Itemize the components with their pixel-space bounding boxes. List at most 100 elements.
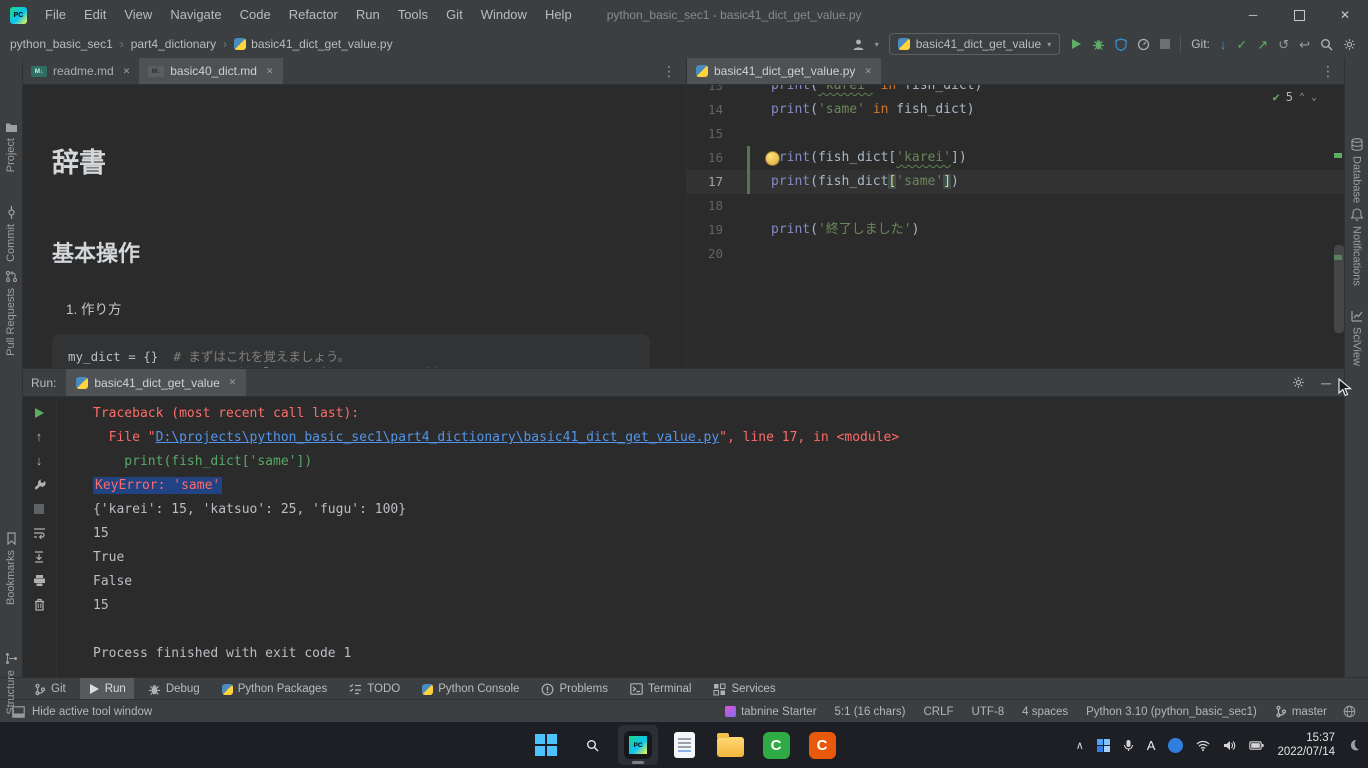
run-configuration-select[interactable]: basic41_dict_get_value ▾: [889, 33, 1060, 55]
tab-basic40-dict-md[interactable]: M↓basic40_dict.md✕: [139, 58, 282, 84]
git-push-button[interactable]: ↗: [1257, 38, 1268, 51]
menu-item-file[interactable]: File: [36, 0, 75, 30]
maximize-button[interactable]: [1276, 0, 1322, 30]
hide-tool-window-widget[interactable]: Hide active tool window: [12, 706, 152, 718]
close-tab-icon[interactable]: ✕: [266, 66, 274, 77]
menu-item-help[interactable]: Help: [536, 0, 581, 30]
minimize-button[interactable]: ─: [1230, 0, 1276, 30]
start-button[interactable]: [526, 725, 566, 765]
console-soft-wrap-button[interactable]: [28, 525, 50, 540]
console-scroll-to-end-button[interactable]: [28, 549, 50, 564]
menu-item-tools[interactable]: Tools: [389, 0, 437, 30]
stripe-button-notifications[interactable]: Notifications: [1345, 208, 1368, 286]
status-utf-8[interactable]: UTF-8: [972, 706, 1005, 718]
status-crlf[interactable]: CRLF: [923, 706, 953, 718]
run-panel-settings-icon[interactable]: [1292, 376, 1305, 389]
console-clear-button[interactable]: [28, 597, 50, 612]
stripe-button-database[interactable]: Database: [1345, 138, 1368, 203]
rollback-button[interactable]: ↩: [1299, 38, 1310, 51]
git-update-button[interactable]: ↓: [1220, 38, 1227, 51]
debug-button[interactable]: [1092, 38, 1105, 51]
toolwindow-button-python-console[interactable]: Python Console: [414, 678, 527, 700]
menu-item-code[interactable]: Code: [231, 0, 280, 30]
stripe-button-project[interactable]: Project: [0, 122, 22, 172]
close-tab-icon[interactable]: ✕: [864, 66, 872, 77]
taskbar-clock[interactable]: 15:37 2022/07/14: [1277, 731, 1335, 759]
menu-item-view[interactable]: View: [115, 0, 161, 30]
console-print-button[interactable]: [28, 573, 50, 588]
hide-panel-button[interactable]: ─: [1321, 375, 1331, 391]
stripe-button-bookmarks[interactable]: Bookmarks: [0, 532, 22, 605]
search-button[interactable]: [572, 725, 612, 765]
code-line-13[interactable]: 13print('karei' in fish_dict): [687, 85, 1345, 98]
search-everywhere-button[interactable]: [1320, 38, 1333, 51]
more-options-icon[interactable]: ⋮: [1321, 63, 1345, 80]
stripe-button-commit[interactable]: Commit: [0, 206, 22, 262]
toolwindow-button-todo[interactable]: TODO: [341, 678, 408, 700]
code-line-16[interactable]: 16print(fish_dict['karei']): [687, 146, 1345, 170]
run-button[interactable]: [1070, 38, 1082, 50]
code-line-20[interactable]: 20: [687, 242, 1345, 266]
focus-assist-icon[interactable]: [1348, 739, 1360, 751]
stop-button[interactable]: [1160, 39, 1170, 49]
menu-item-refactor[interactable]: Refactor: [280, 0, 347, 30]
console-stop-button[interactable]: [28, 501, 50, 516]
toolwindow-button-git[interactable]: Git: [26, 678, 74, 700]
toolwindow-button-terminal[interactable]: Terminal: [622, 678, 699, 700]
code-line-15[interactable]: 15: [687, 122, 1345, 146]
menu-item-edit[interactable]: Edit: [75, 0, 115, 30]
editor-scrollbar[interactable]: [1334, 245, 1344, 333]
wifi-icon[interactable]: [1196, 740, 1210, 751]
close-tab-icon[interactable]: ✕: [229, 377, 237, 388]
status-5-1-16-chars[interactable]: 5:1 (16 chars): [835, 706, 906, 718]
status-4-spaces[interactable]: 4 spaces: [1022, 706, 1068, 718]
stripe-button-structure[interactable]: Structure: [0, 652, 22, 715]
tab-basic41-dict-get-value-py[interactable]: basic41_dict_get_value.py ✕: [687, 58, 881, 84]
console-rerun-button[interactable]: [28, 405, 50, 420]
app-c-green-taskbar-icon[interactable]: C: [756, 725, 796, 765]
tab-readme-md[interactable]: M↓readme.md✕: [22, 58, 139, 84]
inspections-widget[interactable]: ✔ 5 ⌃ ⌄: [1272, 90, 1317, 104]
code-editor[interactable]: 13print('karei' in fish_dict)14print('sa…: [687, 85, 1345, 368]
code-line-19[interactable]: 19print('終了しました'): [687, 218, 1345, 242]
breadcrumb-item-python-basic-sec1[interactable]: python_basic_sec1: [10, 37, 113, 51]
toolwindow-button-run[interactable]: Run: [80, 678, 134, 700]
stripe-button-pull-requests[interactable]: Pull Requests: [0, 270, 22, 356]
tray-app-icon[interactable]: [1097, 739, 1110, 752]
status-extra-icon[interactable]: [1343, 705, 1356, 718]
menu-item-navigate[interactable]: Navigate: [161, 0, 230, 30]
toolwindow-button-debug[interactable]: Debug: [140, 678, 208, 700]
prev-problem-icon[interactable]: ⌃: [1299, 92, 1305, 103]
file-explorer-taskbar-icon[interactable]: [710, 725, 750, 765]
toolwindow-button-python-packages[interactable]: Python Packages: [214, 678, 336, 700]
ime-indicator[interactable]: A: [1147, 738, 1156, 753]
code-line-17[interactable]: 17print(fish_dict['same']): [687, 170, 1345, 194]
status-tabnine-starter[interactable]: tabnine Starter: [725, 706, 816, 718]
menu-item-git[interactable]: Git: [437, 0, 472, 30]
tray-expand-icon[interactable]: ∧: [1076, 739, 1084, 752]
microphone-icon[interactable]: [1123, 739, 1134, 752]
stripe-button-sciview[interactable]: SciView: [1345, 310, 1368, 366]
pycharm-taskbar-icon[interactable]: PC: [618, 725, 658, 765]
console-output[interactable]: Traceback (most recent call last): File …: [57, 397, 1345, 678]
console-navigate-up-button[interactable]: ↑: [28, 429, 50, 444]
menu-item-window[interactable]: Window: [472, 0, 536, 30]
intention-bulb-icon[interactable]: [765, 151, 780, 166]
code-line-18[interactable]: 18: [687, 194, 1345, 218]
toolwindow-button-services[interactable]: Services: [705, 678, 783, 700]
console-navigate-down-button[interactable]: ↓: [28, 453, 50, 468]
status-python-3-10-python-basic-sec1[interactable]: Python 3.10 (python_basic_sec1): [1086, 706, 1257, 718]
run-tab[interactable]: basic41_dict_get_value ✕: [66, 369, 246, 396]
settings-button[interactable]: [1343, 38, 1356, 51]
run-with-coverage-button[interactable]: [1115, 38, 1127, 51]
menu-item-run[interactable]: Run: [347, 0, 389, 30]
battery-icon[interactable]: [1249, 741, 1264, 750]
notepad-taskbar-icon[interactable]: [664, 725, 704, 765]
more-options-icon[interactable]: ⋮: [662, 63, 686, 80]
toolwindow-button-problems[interactable]: Problems: [533, 678, 616, 700]
git-commit-button[interactable]: ✓: [1236, 38, 1247, 51]
console-settings-button[interactable]: [28, 477, 50, 492]
breadcrumb-item-part4-dictionary[interactable]: part4_dictionary: [131, 37, 216, 51]
profiler-button[interactable]: [1137, 38, 1150, 51]
code-line-14[interactable]: 14print('same' in fish_dict): [687, 98, 1345, 122]
